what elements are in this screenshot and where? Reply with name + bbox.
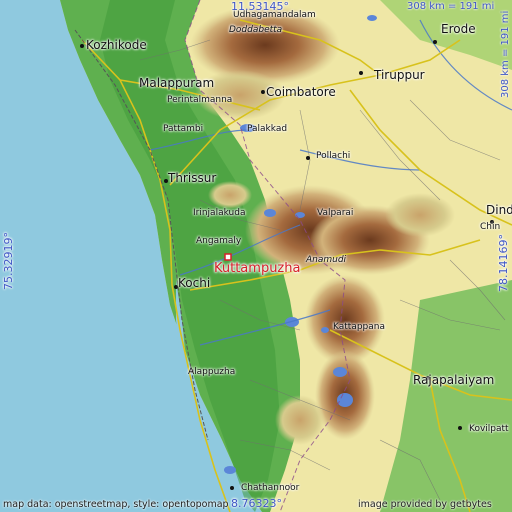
coord-bottom: 8.76323° <box>231 497 282 510</box>
relief-thrissur-hills <box>208 181 252 209</box>
scale-vertical: 308 km = 191 mi <box>500 10 511 98</box>
relief-hills <box>195 70 285 120</box>
label-kuttampuzha[interactable]: Kuttampuzha <box>214 261 300 276</box>
coord-left: 75.32919° <box>2 232 15 290</box>
credit-image: image provided by getbytes <box>358 499 492 510</box>
relief-palani-east <box>385 193 455 237</box>
coord-top: 11.53145° <box>231 0 289 13</box>
coord-right: 78.14169° <box>497 234 510 292</box>
scale-horizontal: 308 km = 191 mi <box>407 1 495 12</box>
terrain-layer <box>0 0 512 512</box>
relief-south-hills <box>275 395 325 445</box>
kuttampuzha-marker[interactable] <box>224 253 232 261</box>
relief-nilgiris <box>190 5 340 85</box>
credit-map-data: map data: openstreetmap, style: opentopo… <box>3 499 229 510</box>
map-canvas[interactable]: Kozhikode Udhagamandalam Doddabetta Erod… <box>0 0 512 512</box>
